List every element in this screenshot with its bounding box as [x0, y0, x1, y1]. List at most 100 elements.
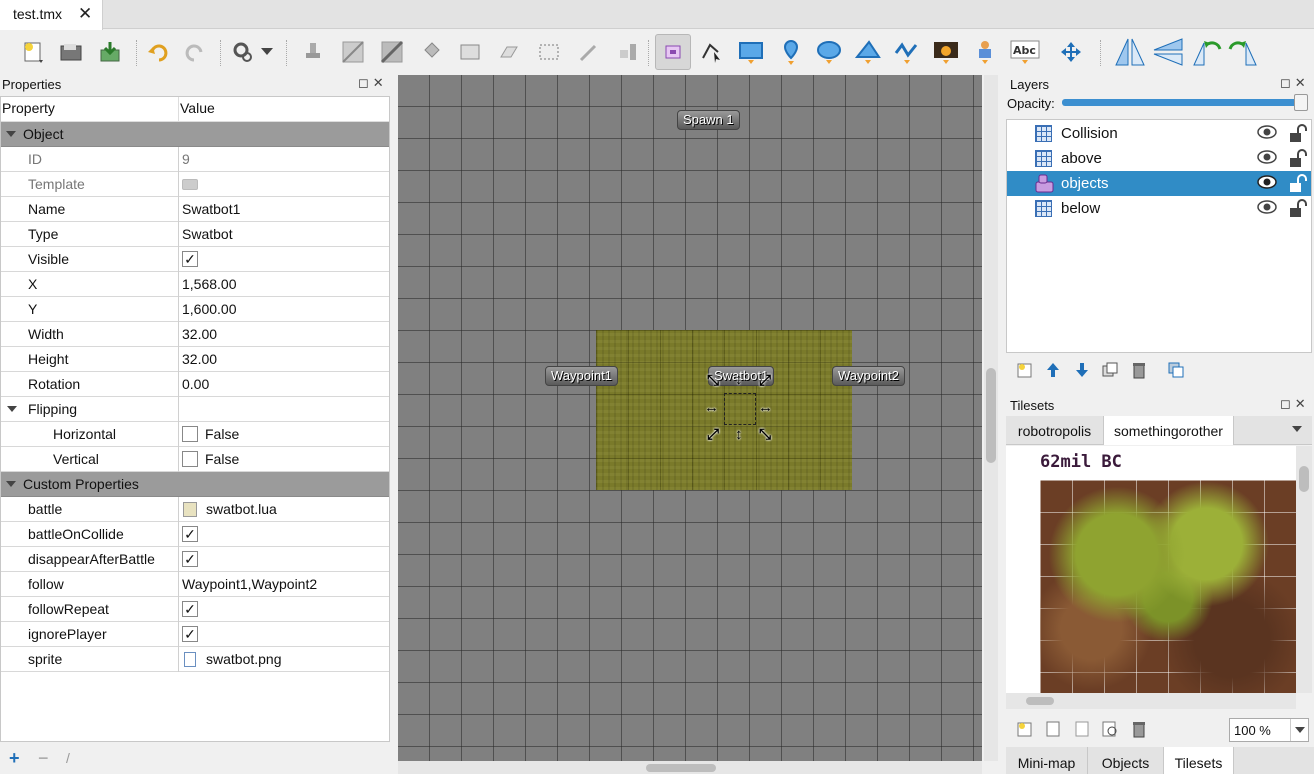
- delete-tileset-icon[interactable]: [1130, 720, 1148, 738]
- object-waypoint1[interactable]: Waypoint1: [545, 366, 618, 386]
- close-icon[interactable]: ✕: [78, 4, 92, 24]
- flip-horizontal-icon[interactable]: [1114, 38, 1146, 66]
- chevron-down-icon[interactable]: [1292, 426, 1302, 432]
- map-horizontal-scrollbar[interactable]: [398, 761, 982, 774]
- chevron-down-icon[interactable]: [6, 131, 16, 137]
- scroll-thumb[interactable]: [1026, 697, 1054, 705]
- toggle-other-layers-icon[interactable]: [1167, 361, 1185, 379]
- horizontal-checkbox[interactable]: [182, 426, 198, 442]
- resize-handle-nw-icon[interactable]: ⤡: [707, 372, 719, 389]
- tileset-image[interactable]: [1040, 480, 1296, 693]
- selection-box[interactable]: [724, 393, 756, 425]
- battleOnCollide-checkbox[interactable]: ✓: [182, 526, 198, 542]
- ignorePlayer-checkbox[interactable]: ✓: [182, 626, 198, 642]
- custom-row-ignorePlayer[interactable]: ignorePlayer ✓: [1, 622, 389, 647]
- opacity-slider[interactable]: [1062, 99, 1308, 106]
- terrain-brush-icon[interactable]: [340, 39, 366, 65]
- tab-somethingorother[interactable]: somethingorother: [1104, 416, 1234, 445]
- column-header-property[interactable]: Property: [2, 100, 55, 116]
- property-row-flipping[interactable]: Flipping: [1, 397, 389, 422]
- property-row-rotation[interactable]: Rotation 0.00: [1, 372, 389, 397]
- chevron-down-icon[interactable]: [1290, 719, 1308, 741]
- object-spawn-1[interactable]: Spawn 1: [677, 110, 740, 130]
- flip-vertical-icon[interactable]: [1152, 38, 1184, 66]
- resize-handle-ne-icon[interactable]: ⤢: [759, 372, 771, 389]
- add-property-icon[interactable]: +: [9, 748, 20, 769]
- custom-row-follow[interactable]: follow Waypoint1,Waypoint2: [1, 572, 389, 597]
- group-custom-properties[interactable]: Custom Properties: [1, 472, 389, 497]
- lock-icon[interactable]: [1287, 149, 1307, 169]
- tab-objects[interactable]: Objects: [1088, 747, 1164, 774]
- properties-panel-buttons[interactable]: ◻✕: [358, 75, 388, 91]
- commands-icon[interactable]: [230, 39, 256, 65]
- float-icon[interactable]: ◻: [1280, 396, 1295, 411]
- chevron-down-icon[interactable]: [7, 406, 17, 412]
- insert-polyline-icon[interactable]: [894, 39, 920, 65]
- select-objects-icon[interactable]: [655, 34, 691, 70]
- edit-polygons-icon[interactable]: [699, 39, 725, 65]
- map-vertical-scrollbar[interactable]: [984, 75, 998, 761]
- rotate-left-icon[interactable]: [1190, 39, 1222, 66]
- property-row-visible[interactable]: Visible ✓: [1, 247, 389, 272]
- visible-checkbox[interactable]: ✓: [182, 251, 198, 267]
- move-icon[interactable]: [1058, 39, 1084, 65]
- insert-polygon-icon[interactable]: [855, 39, 881, 65]
- delete-layer-icon[interactable]: [1130, 361, 1148, 379]
- custom-row-disappearAfterBattle[interactable]: disappearAfterBattle ✓: [1, 547, 389, 572]
- select-same-tile-icon[interactable]: [615, 39, 641, 65]
- insert-tile-icon[interactable]: [933, 39, 959, 65]
- bucket-fill-icon[interactable]: [418, 39, 444, 65]
- tab-minimap[interactable]: Mini-map: [1006, 747, 1088, 774]
- float-icon[interactable]: ◻: [358, 75, 373, 90]
- lock-icon[interactable]: [1287, 174, 1307, 194]
- resize-handle-sw-icon[interactable]: ⤢: [707, 426, 719, 443]
- scroll-thumb[interactable]: [1299, 466, 1309, 492]
- new-file-icon[interactable]: [20, 39, 46, 65]
- insert-rectangle-icon[interactable]: [738, 39, 764, 65]
- tab-robotropolis[interactable]: robotropolis: [1006, 416, 1104, 445]
- tileset-horizontal-scrollbar[interactable]: [1006, 693, 1296, 709]
- chevron-down-icon[interactable]: [258, 39, 276, 65]
- export-tileset-icon[interactable]: [1073, 720, 1091, 738]
- resize-handle-se-icon[interactable]: ⤡: [759, 426, 771, 443]
- insert-ellipse-icon[interactable]: [816, 39, 842, 65]
- tileset-vertical-scrollbar[interactable]: [1296, 446, 1312, 693]
- open-file-icon[interactable]: [58, 39, 84, 65]
- duplicate-layer-icon[interactable]: [1101, 361, 1119, 379]
- resize-handle-s-icon[interactable]: ↕: [735, 426, 743, 443]
- close-icon[interactable]: ✕: [1295, 75, 1310, 90]
- raise-layer-icon[interactable]: [1044, 361, 1062, 379]
- eye-icon[interactable]: [1257, 150, 1277, 164]
- insert-text-icon[interactable]: Abc: [1010, 39, 1040, 65]
- insert-template-icon[interactable]: [972, 39, 998, 65]
- chevron-down-icon[interactable]: [6, 481, 16, 487]
- zoom-select[interactable]: 100 %: [1229, 718, 1309, 742]
- resize-handle-w-icon[interactable]: ↔: [704, 399, 719, 416]
- new-tileset-icon[interactable]: [1016, 720, 1034, 738]
- insert-point-icon[interactable]: [778, 39, 804, 65]
- property-row-height[interactable]: Height 32.00: [1, 347, 389, 372]
- float-icon[interactable]: ◻: [1280, 75, 1295, 90]
- eraser-icon[interactable]: [496, 39, 522, 65]
- custom-row-followRepeat[interactable]: followRepeat ✓: [1, 597, 389, 622]
- redo-icon[interactable]: [182, 39, 208, 65]
- layers-panel-buttons[interactable]: ◻✕: [1280, 75, 1310, 91]
- layer-row[interactable]: Collision: [1007, 121, 1311, 146]
- remove-property-icon[interactable]: −: [38, 748, 49, 769]
- custom-row-battle[interactable]: battle swatbot.lua: [1, 497, 389, 522]
- vertical-checkbox[interactable]: [182, 451, 198, 467]
- eye-icon[interactable]: [1257, 200, 1277, 214]
- embed-tileset-icon[interactable]: [1044, 720, 1062, 738]
- property-row-name[interactable]: Name Swatbot1: [1, 197, 389, 222]
- column-header-value[interactable]: Value: [180, 100, 215, 116]
- custom-row-sprite[interactable]: sprite swatbot.png: [1, 647, 389, 672]
- close-icon[interactable]: ✕: [373, 75, 388, 90]
- object-waypoint2[interactable]: Waypoint2: [832, 366, 905, 386]
- rename-property-icon[interactable]: /: [66, 750, 70, 766]
- rotate-right-icon[interactable]: [1228, 39, 1260, 66]
- edit-tileset-icon[interactable]: [1101, 720, 1119, 738]
- group-object[interactable]: Object: [1, 122, 389, 147]
- undo-icon[interactable]: [145, 39, 171, 65]
- stamp-brush-icon[interactable]: [300, 39, 326, 65]
- document-tab[interactable]: test.tmx ✕: [0, 0, 103, 30]
